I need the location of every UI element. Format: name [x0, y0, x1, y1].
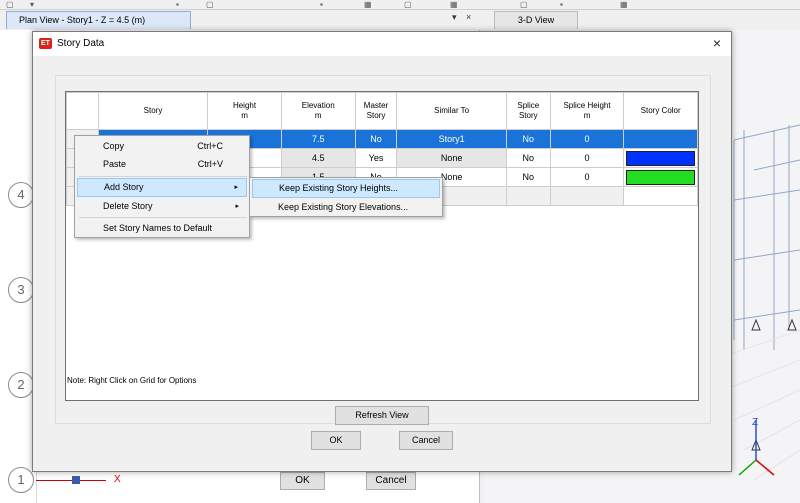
grid-bubble: 1 — [8, 467, 34, 493]
column-header[interactable]: Splice Story — [505, 92, 551, 130]
toolbar-icon[interactable]: ▢ — [404, 0, 412, 9]
color-swatch[interactable] — [626, 169, 695, 185]
etabs-app-icon: ET — [39, 38, 52, 49]
similar-to-cell[interactable]: Story1 — [396, 129, 507, 149]
svg-text:Z: Z — [752, 417, 758, 428]
splice-story-cell[interactable] — [505, 186, 551, 206]
splice-story-cell[interactable]: No — [505, 148, 551, 168]
dialog-title: Story Data — [57, 38, 105, 49]
menu-item-set-story-names-default[interactable]: Set Story Names to Default — [77, 219, 247, 238]
toolbar-icon[interactable]: ▦ — [364, 0, 372, 9]
splice-height-cell[interactable]: 0 — [549, 148, 625, 168]
grid-context-menu: Copy Ctrl+C Paste Ctrl+V Add Story ▸ Del… — [74, 135, 250, 238]
grid-bubble: 3 — [8, 277, 34, 303]
column-header[interactable]: Similar To — [396, 92, 507, 130]
splice-story-cell[interactable]: No — [505, 167, 551, 187]
close-icon[interactable]: × — [713, 35, 721, 51]
toolbar-icon[interactable]: ▢ — [520, 0, 528, 9]
grid-bubble: 4 — [8, 182, 34, 208]
menu-separator — [79, 176, 247, 177]
elevation-cell[interactable]: 4.5 — [280, 148, 356, 168]
menu-item-keep-story-elevations[interactable]: Keep Existing Story Elevations... — [252, 198, 440, 217]
tab-plan-view[interactable]: Plan View - Story1 - Z = 4.5 (m) — [6, 11, 191, 29]
app-toolbar: ▢ ▾ ▪ ▢ ▪ ▦ ▢ ▦ ▢ ▪ ▦ — [0, 0, 800, 10]
menu-item-label: Set Story Names to Default — [103, 223, 213, 233]
toolbar-icon[interactable]: ▢ — [206, 0, 214, 9]
tab-3d-view-label: 3-D View — [517, 15, 555, 25]
splice-height-cell[interactable]: 0 — [549, 129, 625, 149]
toolbar-icon[interactable]: ▦ — [620, 0, 628, 9]
menu-item-copy[interactable]: Copy Ctrl+C — [77, 137, 247, 156]
tab-plan-view-label: Plan View - Story1 - Z = 4.5 (m) — [19, 15, 146, 25]
tab-3d-view[interactable]: 3-D View — [494, 11, 578, 29]
elevation-cell[interactable]: 7.5 — [280, 129, 356, 149]
refresh-view-button[interactable]: Refresh View — [335, 406, 429, 425]
add-story-submenu: Keep Existing Story Heights... Keep Exis… — [249, 177, 443, 217]
grid-bubble: 2 — [8, 372, 34, 398]
story-color-cell[interactable] — [623, 167, 698, 187]
menu-item-label: Delete Story — [103, 201, 153, 211]
menu-item-paste[interactable]: Paste Ctrl+V — [77, 155, 247, 174]
story-data-dialog: ET Story Data × Story Height m Elevation m… — [32, 31, 732, 472]
table-header-row: Story Height m Elevation m Master Story Sim… — [66, 92, 698, 130]
menu-item-label: Paste — [103, 159, 127, 169]
story-color-cell[interactable] — [623, 129, 698, 149]
origin-marker — [72, 476, 80, 484]
bg-ok-button[interactable]: OK — [280, 472, 325, 490]
story-color-cell[interactable] — [623, 186, 698, 206]
menu-item-label: Add Story — [104, 182, 144, 192]
menu-shortcut: Ctrl+C — [197, 141, 223, 151]
tab-dropdown-icon[interactable]: ▾ — [452, 12, 457, 23]
column-header[interactable]: Elevation m — [280, 92, 356, 130]
toolbar-icon[interactable]: ▢ — [6, 0, 14, 9]
menu-shortcut: Ctrl+V — [197, 159, 223, 169]
splice-height-cell[interactable]: 0 — [549, 167, 625, 187]
column-header[interactable]: Story Color — [623, 92, 698, 130]
toolbar-icon[interactable]: ▪ — [176, 0, 179, 9]
master-story-cell[interactable]: Yes — [354, 148, 398, 168]
dialog-title-bar[interactable]: ET Story Data × — [33, 32, 731, 56]
bg-cancel-button[interactable]: Cancel — [366, 472, 416, 490]
menu-item-label: Keep Existing Story Elevations... — [278, 202, 409, 212]
master-story-cell[interactable]: No — [354, 129, 398, 149]
toolbar-icon[interactable]: ▪ — [560, 0, 563, 9]
menu-item-label: Keep Existing Story Heights... — [279, 183, 399, 193]
menu-separator — [79, 217, 247, 218]
ok-button[interactable]: OK — [311, 431, 361, 450]
menu-item-label: Copy — [103, 141, 125, 151]
splice-story-cell[interactable]: No — [505, 129, 551, 149]
menu-item-keep-story-heights[interactable]: Keep Existing Story Heights... — [252, 179, 440, 198]
cancel-button[interactable]: Cancel — [399, 431, 453, 450]
toolbar-icon[interactable]: ▦ — [450, 0, 458, 9]
tab-close-icon[interactable]: × — [466, 12, 471, 22]
row-header-corner — [66, 92, 99, 130]
column-header[interactable]: Splice Height m — [549, 92, 625, 130]
toolbar-icon[interactable]: ▾ — [30, 0, 34, 9]
story-color-cell[interactable] — [623, 148, 698, 168]
similar-to-cell[interactable]: None — [396, 148, 507, 168]
splice-height-cell[interactable] — [549, 186, 625, 206]
toolbar-icon[interactable]: ▪ — [320, 0, 323, 9]
x-axis-label: X — [114, 474, 121, 485]
color-swatch[interactable] — [626, 150, 695, 166]
submenu-arrow-icon: ▸ — [234, 184, 238, 191]
column-header[interactable]: Master Story — [354, 92, 398, 130]
column-header[interactable]: Height m — [207, 92, 282, 130]
menu-item-add-story[interactable]: Add Story ▸ — [77, 178, 247, 197]
menu-item-delete-story[interactable]: Delete Story ▸ — [77, 197, 247, 216]
submenu-arrow-icon: ▸ — [235, 203, 239, 210]
grid-note: Note: Right Click on Grid for Options — [67, 376, 197, 385]
column-header[interactable]: Story — [97, 92, 209, 130]
